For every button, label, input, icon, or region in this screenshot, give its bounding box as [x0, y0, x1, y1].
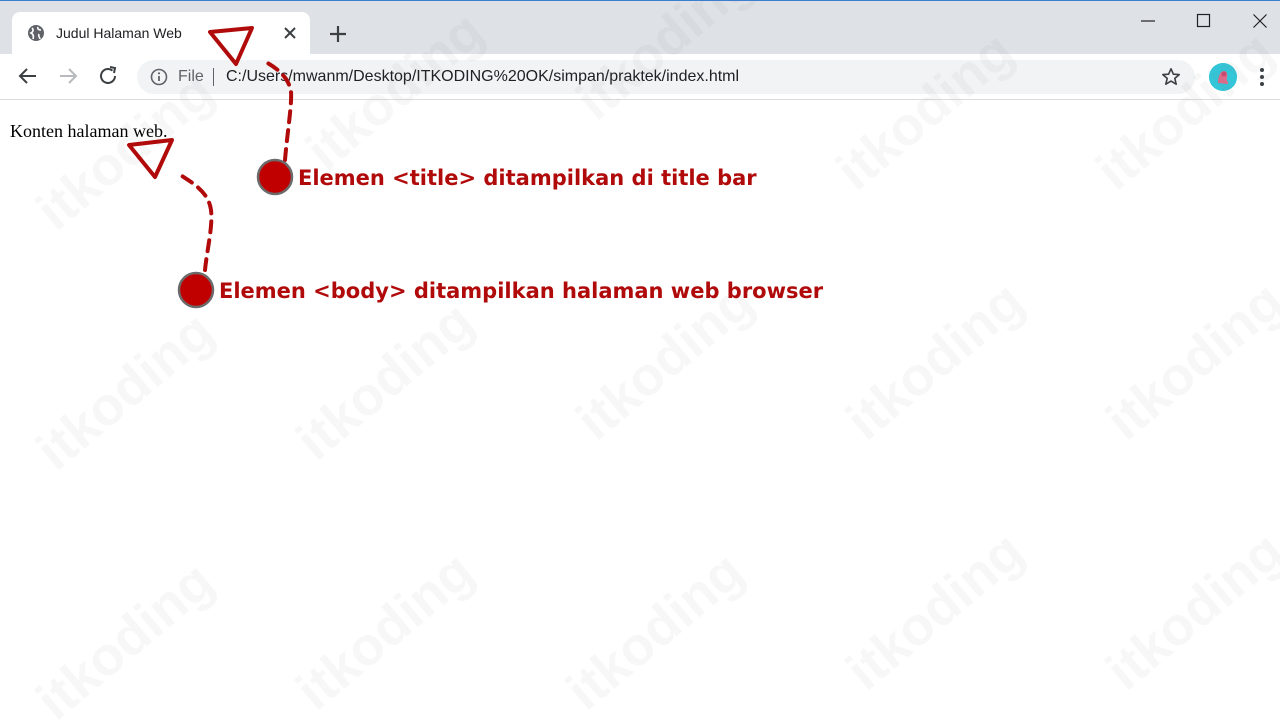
browser-window: Judul Halaman Web File C:/Users/mwanm/De… [0, 0, 1280, 720]
page-body-text: Konten halaman web. [10, 121, 168, 141]
globe-icon [28, 25, 44, 41]
page-viewport: Konten halaman web. [0, 100, 1280, 720]
maximize-button[interactable] [1176, 1, 1232, 41]
tab-title: Judul Halaman Web [56, 25, 182, 41]
minimize-icon [1141, 20, 1155, 22]
reload-icon[interactable] [97, 65, 119, 87]
arrow-forward-icon[interactable] [57, 65, 79, 87]
plus-icon[interactable] [326, 22, 350, 46]
maximize-icon [1196, 13, 1211, 28]
info-icon[interactable] [150, 68, 168, 86]
toolbar: File C:/Users/mwanm/Desktop/ITKODING%20O… [0, 54, 1280, 100]
avatar[interactable] [1209, 63, 1237, 91]
arrow-back-icon[interactable] [17, 65, 39, 87]
url-text[interactable]: C:/Users/mwanm/Desktop/ITKODING%20OK/sim… [226, 68, 739, 86]
address-bar[interactable]: File C:/Users/mwanm/Desktop/ITKODING%20O… [137, 60, 1195, 94]
tab-strip: Judul Halaman Web [0, 0, 1280, 55]
window-close-button[interactable] [1232, 1, 1280, 41]
minimize-button[interactable] [1120, 1, 1176, 41]
scheme-label: File [178, 68, 204, 85]
window-close-icon [1253, 14, 1267, 28]
tab-active[interactable]: Judul Halaman Web [12, 12, 310, 55]
star-icon[interactable] [1161, 67, 1181, 87]
omnibox-divider [213, 68, 214, 86]
profile-avatar-icon [1209, 63, 1237, 91]
close-icon[interactable] [282, 25, 298, 41]
kebab-menu-icon[interactable] [1252, 66, 1272, 88]
